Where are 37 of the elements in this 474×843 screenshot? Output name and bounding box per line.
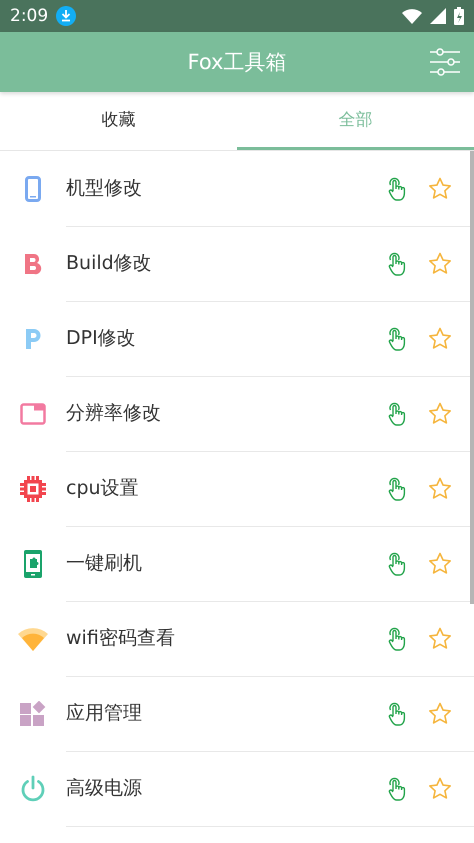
battery-icon [454, 7, 464, 25]
star-icon[interactable] [428, 327, 452, 350]
tool-label[interactable]: wifi密码查看 [66, 600, 474, 676]
tool-label[interactable]: 高级电源 [66, 750, 474, 826]
wifi-icon [17, 626, 49, 652]
chip-icon [19, 474, 47, 502]
wifi-signal-icon [402, 8, 422, 24]
bold-p-icon [25, 328, 41, 350]
bold-b-icon [24, 252, 42, 274]
pointer-hand-icon[interactable] [388, 626, 406, 650]
star-icon[interactable] [428, 177, 452, 200]
window-icon [20, 402, 46, 424]
tool-label[interactable]: 应用管理 [66, 676, 474, 752]
star-icon[interactable] [428, 777, 452, 800]
star-icon[interactable] [428, 627, 452, 650]
pointer-hand-icon[interactable] [388, 476, 406, 500]
pointer-hand-icon[interactable] [388, 702, 406, 726]
pointer-hand-icon[interactable] [388, 176, 406, 200]
pointer-hand-icon[interactable] [388, 776, 406, 800]
cell-signal-icon [430, 8, 446, 24]
phone-puzzle-icon [23, 548, 43, 578]
star-icon[interactable] [428, 552, 452, 575]
status-time: 2:09 [10, 6, 48, 26]
star-icon[interactable] [428, 477, 452, 500]
power-icon [19, 774, 47, 802]
pointer-hand-icon[interactable] [388, 552, 406, 576]
star-icon[interactable] [428, 402, 452, 425]
settings-icon[interactable] [430, 48, 460, 76]
apps-grid-icon [19, 700, 47, 726]
star-icon[interactable] [428, 252, 452, 275]
pointer-hand-icon[interactable] [388, 326, 406, 350]
app-title: Fox工具箱 [188, 49, 286, 76]
pointer-hand-icon[interactable] [388, 402, 406, 426]
pointer-hand-icon[interactable] [388, 252, 406, 276]
star-icon[interactable] [428, 702, 452, 725]
phone-icon [25, 176, 41, 202]
download-icon [56, 6, 76, 26]
